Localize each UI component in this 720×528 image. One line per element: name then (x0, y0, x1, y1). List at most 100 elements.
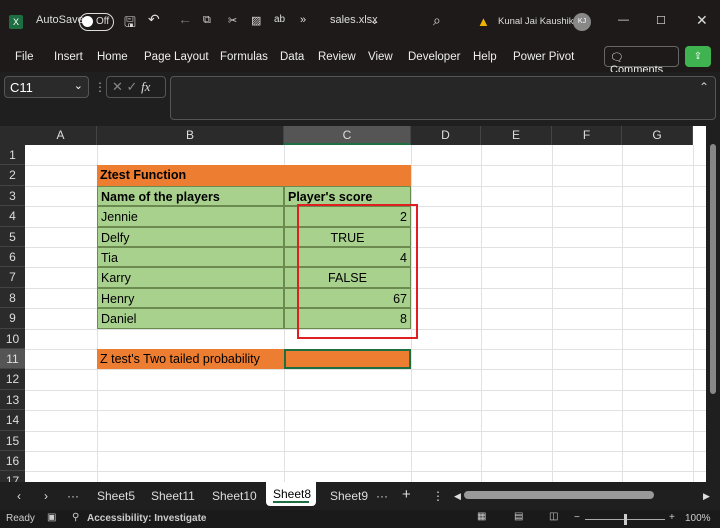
spelling-icon[interactable]: ab (274, 14, 285, 25)
options-icon[interactable]: ⋮ (94, 80, 106, 94)
formula-buttons: ✕ ✓ fx (106, 76, 166, 98)
cut-icon[interactable]: ✂ (228, 14, 237, 27)
tab-home[interactable]: Home (97, 51, 128, 63)
avatar[interactable]: KJ (573, 13, 591, 31)
player-name-cell[interactable]: Tia (97, 247, 284, 268)
tab-review[interactable]: Review (318, 51, 356, 63)
player-name-cell[interactable]: Henry (97, 287, 284, 309)
scroll-right-icon[interactable]: ▶ (703, 491, 710, 502)
save-icon[interactable]: 🖫 (124, 12, 136, 36)
row-header-16[interactable]: 16 (0, 451, 25, 472)
page-layout-view-icon[interactable]: ▤ (514, 511, 523, 522)
column-header-E[interactable]: E (481, 126, 552, 145)
add-sheet-icon[interactable]: + (402, 486, 411, 503)
cancel-icon[interactable]: ✕ (112, 79, 123, 94)
row-header-14[interactable]: 14 (0, 410, 25, 431)
title-cell[interactable]: Ztest Function (97, 165, 411, 186)
scroll-left-icon[interactable]: ◀ (454, 491, 461, 502)
tab-formulas[interactable]: Formulas (220, 51, 268, 63)
maximize-icon[interactable]: ☐ (656, 14, 666, 27)
column-header-A[interactable]: A (25, 126, 97, 145)
column-header-G[interactable]: G (622, 126, 693, 145)
more-commands-icon[interactable]: » (300, 14, 306, 26)
zoom-in-icon[interactable]: + (669, 512, 675, 523)
next-sheet-icon[interactable]: › (44, 489, 48, 503)
enter-icon[interactable]: ✓ (127, 79, 138, 94)
sheet-tab-sheet9[interactable]: Sheet9 (330, 489, 368, 503)
page-break-view-icon[interactable]: ◫ (549, 511, 558, 522)
tab-help[interactable]: Help (473, 51, 497, 63)
zoom-slider-thumb[interactable] (624, 514, 627, 525)
tab-power-pivot[interactable]: Power Pivot (513, 51, 574, 63)
row-header-5[interactable]: 5 (0, 226, 25, 247)
collapse-icon[interactable]: ⌃ (699, 80, 709, 94)
more-sheets-icon[interactable]: ··· (67, 489, 79, 503)
vertical-scrollbar[interactable] (706, 126, 720, 482)
zoom-out-icon[interactable]: − (574, 512, 580, 523)
tab-insert[interactable]: Insert (54, 51, 83, 63)
redo-icon[interactable]: ← (178, 11, 192, 27)
insert-function-icon[interactable]: fx (141, 79, 150, 94)
tab-view[interactable]: View (368, 51, 393, 63)
header-cell-name[interactable]: Name of the players (97, 185, 284, 207)
select-all-button[interactable] (0, 126, 25, 145)
close-icon[interactable]: ✕ (696, 12, 708, 29)
result-label-cell[interactable]: Z test's Two tailed probability (97, 349, 284, 370)
normal-view-icon[interactable]: ▦ (477, 511, 486, 522)
row-header-15[interactable]: 15 (0, 430, 25, 451)
player-name-cell[interactable]: Delfy (97, 226, 284, 247)
row-header-6[interactable]: 6 (0, 247, 25, 268)
tab-data[interactable]: Data (280, 51, 304, 63)
prev-sheet-icon[interactable]: ‹ (17, 489, 21, 503)
row-header-11[interactable]: 11 (0, 349, 25, 370)
chevron-down-icon[interactable]: ⌄ (370, 14, 379, 27)
tab-developer[interactable]: Developer (408, 51, 460, 63)
autosave-toggle[interactable]: Off (79, 13, 114, 31)
copy-icon[interactable]: ⧉ (203, 14, 211, 27)
result-value-cell[interactable] (284, 349, 411, 370)
options-icon[interactable]: ⋮ (432, 489, 444, 503)
accessibility-icon[interactable]: ⚲ (72, 512, 79, 523)
undo-icon[interactable]: ↶ (148, 11, 160, 28)
row-header-9[interactable]: 9 (0, 308, 25, 329)
minimize-icon[interactable]: — (618, 14, 629, 26)
tab-page-layout[interactable]: Page Layout (144, 51, 209, 63)
comments-button[interactable]: 🗨 Comments (604, 46, 679, 76)
row-header-7[interactable]: 7 (0, 267, 25, 288)
macro-icon[interactable]: ▣ (47, 512, 56, 523)
row-header-4[interactable]: 4 (0, 206, 25, 227)
warning-icon: ▲ (477, 14, 490, 29)
share-button[interactable]: ⇪ (685, 46, 711, 67)
sheet-tab-sheet5[interactable]: Sheet5 (97, 489, 135, 503)
player-name-cell[interactable]: Jennie (97, 206, 284, 227)
column-header-C[interactable]: C (284, 126, 411, 145)
formula-input[interactable]: ⌃ (170, 76, 716, 120)
horizontal-scrollbar[interactable] (464, 491, 654, 499)
search-icon[interactable]: ⌕ (433, 12, 441, 29)
sheet-tab-sheet10[interactable]: Sheet10 (212, 489, 257, 503)
chevron-down-icon[interactable]: ⌄ (74, 79, 83, 92)
spreadsheet-grid[interactable]: ABCDEFG 1 2 3 4 5 6 7 8 9 10 11 12 13 14 15 16 17 Ztest … (0, 126, 706, 482)
sheet-tab-sheet8[interactable]: Sheet8 (266, 482, 316, 506)
column-header-D[interactable]: D (411, 126, 481, 145)
sheet-tab-sheet11[interactable]: Sheet11 (151, 489, 195, 503)
player-name-cell[interactable]: Karry (97, 267, 284, 288)
name-box[interactable]: C11 ⌄ (4, 76, 89, 98)
picture-icon[interactable]: ▨ (251, 14, 261, 27)
more-sheets-icon[interactable]: ··· (376, 489, 388, 503)
row-header-8[interactable]: 8 (0, 287, 25, 309)
zoom-level[interactable]: 100% (685, 513, 711, 524)
row-header-3[interactable]: 3 (0, 185, 25, 207)
row-header-1[interactable]: 1 (0, 145, 25, 166)
column-header-B[interactable]: B (97, 126, 284, 145)
row-header-2[interactable]: 2 (0, 165, 25, 186)
scroll-thumb[interactable] (710, 144, 716, 394)
tab-file[interactable]: File (15, 51, 34, 63)
row-header-13[interactable]: 13 (0, 389, 25, 411)
row-header-17[interactable]: 17 (0, 471, 25, 482)
column-header-F[interactable]: F (552, 126, 622, 145)
row-header-10[interactable]: 10 (0, 328, 25, 349)
accessibility-status[interactable]: Accessibility: Investigate (87, 513, 207, 524)
row-header-12[interactable]: 12 (0, 369, 25, 390)
player-name-cell[interactable]: Daniel (97, 308, 284, 329)
